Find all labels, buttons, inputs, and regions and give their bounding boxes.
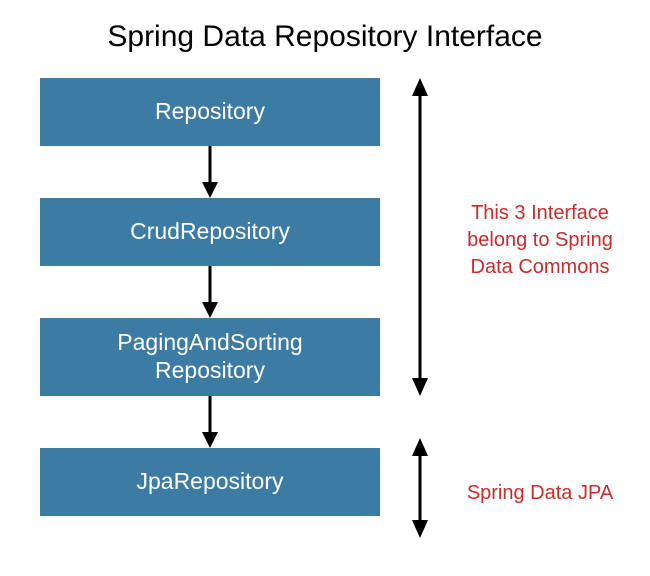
arrow-down-icon xyxy=(40,146,380,198)
arrow-down-icon xyxy=(40,266,380,318)
arrow-down-icon xyxy=(40,396,380,448)
hierarchy-column: Repository CrudRepository PagingAndSorti… xyxy=(40,78,380,516)
box-repository: Repository xyxy=(40,78,380,146)
box-label: PagingAndSortingRepository xyxy=(117,329,302,384)
annotation-commons: This 3 Interface belong to Spring Data C… xyxy=(445,200,635,281)
annotation-jpa: Spring Data JPA xyxy=(450,480,630,507)
bracket-double-arrow-icon xyxy=(408,78,432,401)
box-crud-repository: CrudRepository xyxy=(40,198,380,266)
bracket-double-arrow-icon xyxy=(408,438,432,543)
box-jpa-repository: JpaRepository xyxy=(40,448,380,516)
box-paging-sorting-repository: PagingAndSortingRepository xyxy=(40,318,380,396)
page-title: Spring Data Repository Interface xyxy=(0,20,650,54)
